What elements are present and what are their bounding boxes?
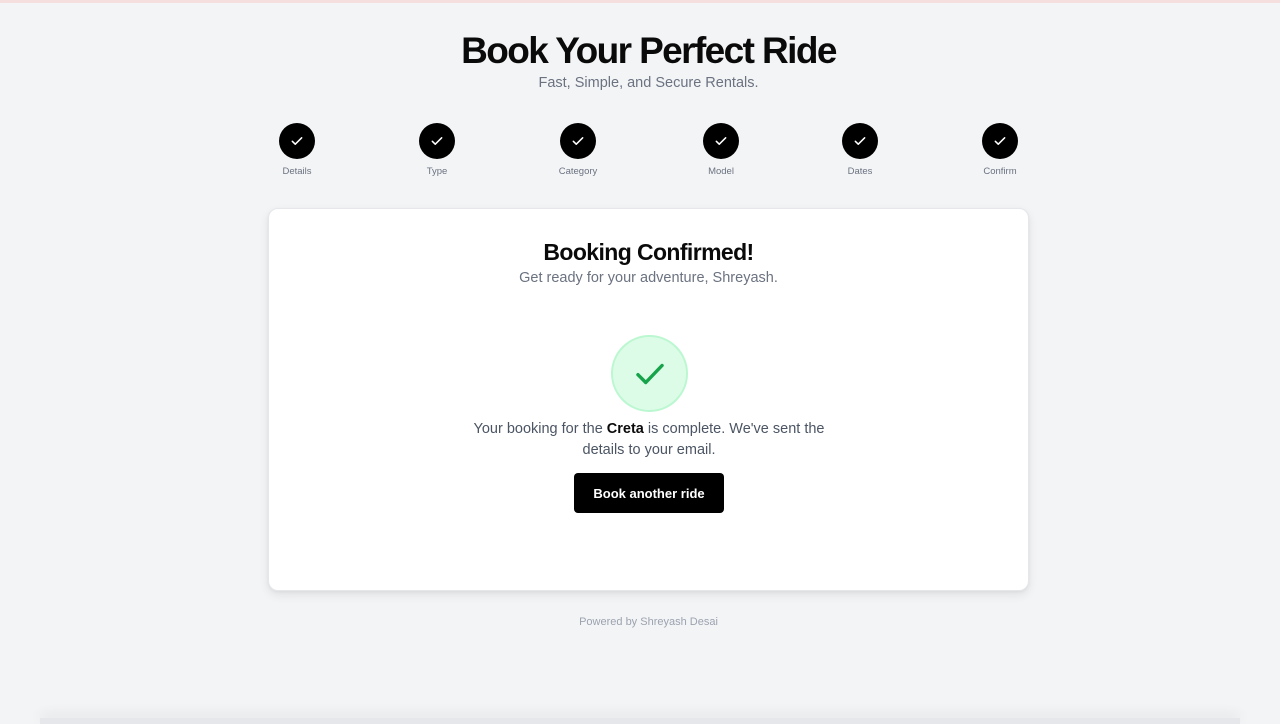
confirmation-message: Your booking for the Creta is complete. … — [469, 419, 829, 461]
footer-credit: Powered by Shreyash Desai — [579, 616, 718, 628]
step-label: Type — [426, 166, 448, 177]
step-label: Dates — [847, 166, 873, 177]
step-check-icon — [279, 123, 315, 159]
page-title: Book Your Perfect Ride — [461, 30, 837, 71]
confirmation-subtitle: Get ready for your adventure, Shreyash. — [519, 270, 778, 286]
step-label: Details — [282, 166, 312, 177]
confirmation-card: Booking Confirmed! Get ready for your ad… — [268, 208, 1029, 591]
vehicle-name: Creta — [606, 421, 644, 437]
step-check-icon — [703, 123, 739, 159]
step-details[interactable]: Details — [252, 123, 342, 177]
step-model[interactable]: Model — [676, 123, 766, 177]
step-label: Confirm — [983, 166, 1017, 177]
bottom-edge — [40, 718, 1240, 724]
step-check-icon — [419, 123, 455, 159]
book-another-ride-button[interactable]: Book another ride — [574, 473, 724, 513]
step-confirm[interactable]: Confirm — [955, 123, 1045, 177]
step-dates[interactable]: Dates — [815, 123, 905, 177]
confirmation-title: Booking Confirmed! — [543, 239, 754, 265]
step-label: Model — [708, 166, 734, 177]
step-check-icon — [982, 123, 1018, 159]
step-type[interactable]: Type — [392, 123, 482, 177]
progress-stepper: Details Type Category Model Dates Confir… — [0, 123, 1280, 183]
booking-page: Book Your Perfect Ride Fast, Simple, and… — [0, 0, 1280, 724]
step-label: Category — [558, 166, 598, 177]
top-divider — [0, 0, 1280, 3]
message-prefix: Your booking for the — [473, 421, 607, 437]
step-category[interactable]: Category — [533, 123, 623, 177]
step-check-icon — [842, 123, 878, 159]
page-subtitle: Fast, Simple, and Secure Rentals. — [538, 75, 759, 91]
step-check-icon — [560, 123, 596, 159]
check-circle-icon — [611, 335, 688, 412]
